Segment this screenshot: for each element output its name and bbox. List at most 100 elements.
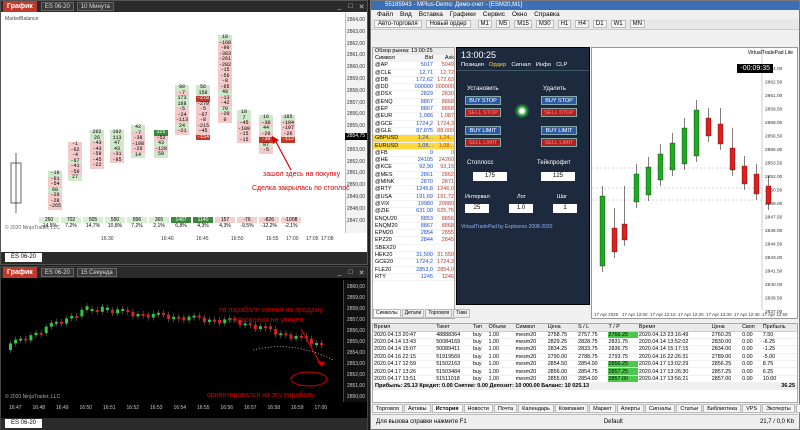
trade-column[interactable]: Время xyxy=(373,324,436,332)
trade-column[interactable]: T / P xyxy=(607,324,638,332)
sell-limit-delete-button[interactable]: SELL LIMIT xyxy=(541,138,577,147)
takeprofit-input[interactable]: 125 xyxy=(541,172,575,181)
market-watch-row[interactable]: EURUSD 1,08... 1,08... xyxy=(373,142,454,150)
market-watch-row[interactable]: @GLE 87,875 88,000 xyxy=(373,128,454,136)
trade-column[interactable]: Прибыль xyxy=(761,324,797,332)
stoploss-input[interactable]: 175 xyxy=(473,172,507,181)
buy-limit-button[interactable]: BUY LIMIT xyxy=(465,126,501,135)
menu-item[interactable]: Графики xyxy=(450,11,476,18)
menu-item[interactable]: Файл xyxy=(377,11,393,18)
market-watch-row[interactable]: @VIX 19980 20880 xyxy=(373,201,454,209)
market-watch-row[interactable]: ENQM20 8867 8868 xyxy=(373,223,454,231)
bottom-timeframe-select[interactable]: 15 Секунда xyxy=(76,268,117,277)
terminal-tab[interactable]: Статьи xyxy=(676,404,703,413)
market-watch-row[interactable]: ENQU20 8853 8856 xyxy=(373,216,454,223)
terminal-tab[interactable]: Почта xyxy=(493,404,518,413)
timeframe-button[interactable]: M15 xyxy=(514,20,532,28)
trade-column[interactable]: Тип xyxy=(471,324,488,332)
maximize-icon[interactable]: □ xyxy=(345,3,356,11)
menu-item[interactable]: Окно xyxy=(512,11,527,18)
terminal-tab[interactable]: Маркет xyxy=(589,404,616,413)
trade-column[interactable]: Своп xyxy=(741,324,762,332)
terminal-tab[interactable]: Алерты xyxy=(616,404,645,413)
trade-row[interactable]: 2020.04.16 22:15 51919569 buy 1.00 mesm20 279… xyxy=(373,353,797,362)
terminal-tab[interactable]: Новости xyxy=(463,404,493,413)
market-watch-row[interactable]: @KCE 92,90 93,15 xyxy=(373,164,454,172)
market-watch-row[interactable]: @MINK 2870 2871 xyxy=(373,179,454,187)
ea-tab[interactable]: Позиция xyxy=(461,62,484,70)
market-watch-row[interactable]: @FB 0 0 xyxy=(373,150,454,158)
market-watch-row[interactable]: @AP 5017 5049 xyxy=(373,62,454,70)
trade-row[interactable]: 2020.04.17 13:51 51511018 buy 1.00 mesm20 285… xyxy=(373,375,797,384)
trade-row[interactable]: 2020.04.17 12:59 51502163 buy 1.00 mesm20 285… xyxy=(373,360,797,369)
market-watch-tab[interactable]: Детали xyxy=(401,309,425,318)
timeframe-button[interactable]: H1 xyxy=(557,20,572,28)
terminal-tab[interactable]: Эксперты xyxy=(762,404,795,413)
trade-column[interactable]: Символ xyxy=(514,324,547,332)
market-watch-row[interactable]: @CLE 12,71 12,72 xyxy=(373,70,454,77)
step-input[interactable]: 1 xyxy=(553,204,577,213)
trade-row[interactable]: 2020.04.14 15:07 50089411 buy 1.00 mesm20 283… xyxy=(373,345,797,354)
terminal-tab[interactable]: История xyxy=(431,404,463,413)
market-watch-row[interactable]: GBPUSD 1,24... 1,24... xyxy=(373,135,454,143)
timeframe-button[interactable]: M30 xyxy=(535,20,554,28)
market-watch-row[interactable]: @GCE 1724,2 1724,3 xyxy=(373,121,454,128)
trade-column[interactable]: Время xyxy=(637,324,711,332)
col-ask[interactable]: Ask xyxy=(433,55,454,61)
timeframe-button[interactable]: M5 xyxy=(495,20,511,28)
ea-tab[interactable]: Сигнал xyxy=(511,62,530,70)
market-watch-row[interactable]: @DSX 2829 2830 xyxy=(373,91,454,99)
market-watch-row[interactable]: @MES 2861 2862 xyxy=(373,172,454,180)
timeframe-button[interactable]: MN xyxy=(629,20,645,28)
market-watch-tab[interactable]: Символы xyxy=(373,309,401,318)
new-order-button[interactable]: Новый ордер xyxy=(425,20,471,28)
market-watch-row[interactable]: FLE20 2853,0 2854,0 xyxy=(373,267,454,274)
market-watch-row[interactable]: @HE 24105 24260 xyxy=(373,157,454,165)
col-symbol[interactable]: Символ xyxy=(373,55,410,61)
market-watch-row[interactable]: @ENQ 8867 8868 xyxy=(373,99,454,107)
menu-item[interactable]: Вид xyxy=(400,11,412,18)
lot-input[interactable]: 1.0 xyxy=(509,204,533,213)
buy-limit-delete-button[interactable]: BUY LIMIT xyxy=(541,126,577,135)
market-watch-row[interactable]: EPM20 2854 2855 xyxy=(373,230,454,238)
market-watch-row[interactable]: HEK20 31,500 31,550 xyxy=(373,252,454,260)
trade-row[interactable]: 2020.04.17 13:26 51503484 buy 1.00 mesm20 285… xyxy=(373,367,797,376)
trade-row[interactable]: 2020.04.14 13:43 50084169 buy 1.00 mesm20 282… xyxy=(373,338,797,347)
terminal-tab[interactable]: Журнал xyxy=(795,404,800,413)
terminal-tab[interactable]: Активы xyxy=(403,404,431,413)
timeframe-button[interactable]: M1 xyxy=(477,20,492,28)
terminal-tab[interactable]: Сигналы xyxy=(645,404,676,413)
market-watch-row[interactable]: SBEX20 xyxy=(373,245,454,253)
terminal-tab[interactable]: VPS xyxy=(742,404,762,413)
terminal-tab[interactable]: Календарь xyxy=(518,404,554,413)
sell-stop-delete-button[interactable]: SELL STOP xyxy=(541,108,577,117)
minimize-icon[interactable]: _ xyxy=(334,269,345,277)
top-timeframe-select[interactable]: 10 Минута xyxy=(76,2,114,11)
timeframe-button[interactable]: H4 xyxy=(575,20,589,28)
market-watch-row[interactable]: @USA 191,69 191,72 xyxy=(373,194,454,201)
mt-price-chart[interactable]: 2864.00 2862.50 2861.00 2859.50 2858.00 2856.… xyxy=(591,47,798,319)
buy-stop-button[interactable]: BUY STOP xyxy=(465,96,501,105)
terminal-tab[interactable]: Торговля xyxy=(372,404,403,413)
auto-trading-button[interactable]: Авто-торговля xyxy=(374,20,422,28)
market-watch-row[interactable]: @ZIE 631,00 625,75 xyxy=(373,208,454,216)
menu-item[interactable]: Вставка xyxy=(419,11,443,18)
trade-column[interactable]: S / L xyxy=(577,324,608,332)
col-bid[interactable]: Bid xyxy=(410,55,433,61)
market-watch-tab[interactable]: Тики xyxy=(453,309,470,318)
market-watch-row[interactable]: @EP 8867 8868 xyxy=(373,106,454,114)
market-watch-row[interactable]: @DD 000000 000000 xyxy=(373,84,454,92)
market-watch-row[interactable]: @DB 172,62 172,63 xyxy=(373,77,454,85)
ea-tab[interactable]: CLP xyxy=(556,62,567,70)
terminal-tab[interactable]: Компания xyxy=(554,404,589,413)
top-price-axis[interactable]: 2864,00 2863,00 2862,00 2861,00 2860,00 2859,… xyxy=(345,13,367,233)
trade-column[interactable]: Тикет xyxy=(435,324,472,332)
menu-item[interactable]: Сервис xyxy=(483,11,505,18)
trade-column[interactable]: Цена xyxy=(710,324,742,332)
sell-stop-button[interactable]: SELL STOP xyxy=(465,108,501,117)
market-watch-tab[interactable]: Торговля xyxy=(425,309,453,318)
minimize-icon[interactable]: _ xyxy=(334,3,345,11)
top-plot-area[interactable]: -19 -61 -54 60 -26 -28 -265 -1 -62 -4 -67 -41 -59 27 2… xyxy=(3,13,345,233)
menu-item[interactable]: Справка xyxy=(534,11,560,18)
timeframe-button[interactable]: W1 xyxy=(610,20,626,28)
